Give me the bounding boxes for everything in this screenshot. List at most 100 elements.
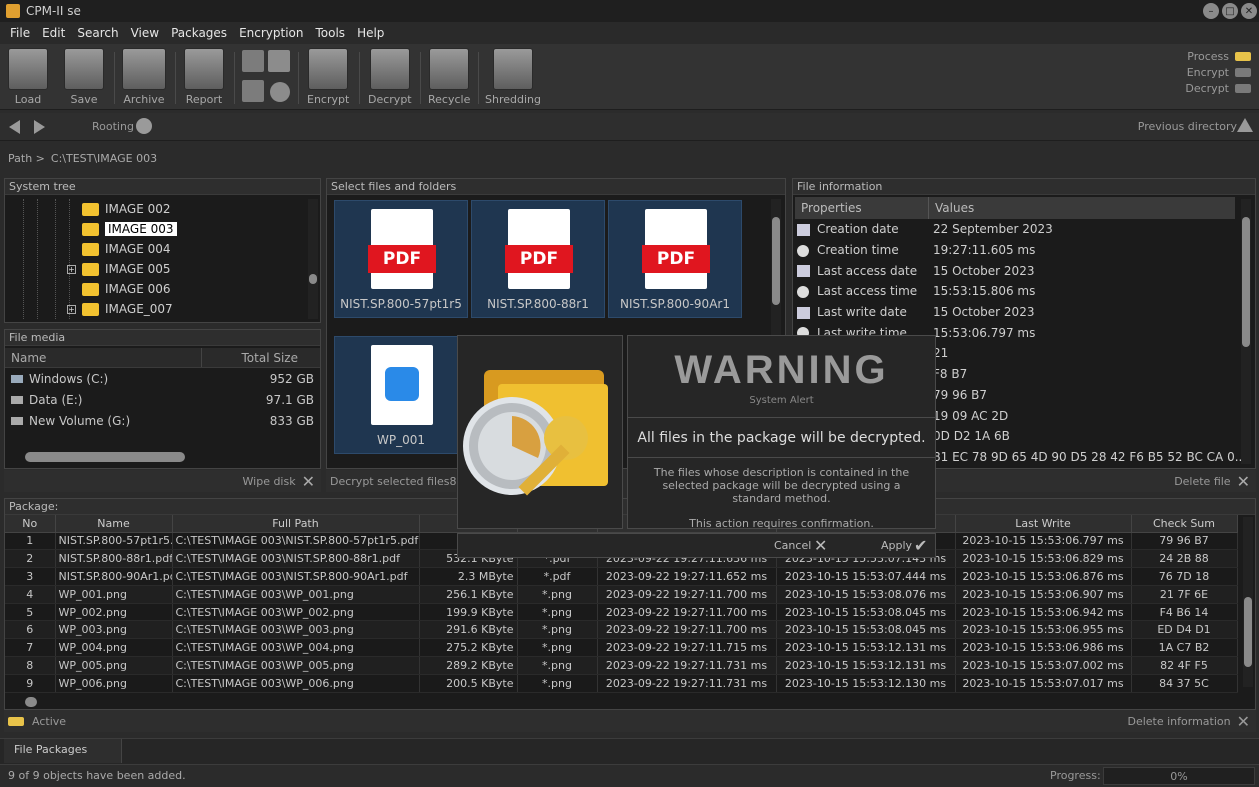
up-chevron-icon[interactable] [1237,118,1253,132]
table-cell: WP_002.png [55,603,173,622]
rooting-label[interactable]: Rooting [92,120,134,133]
col-properties[interactable]: Properties [795,197,929,219]
system-tree-panel: System tree IMAGE 002 IMAGE 003 IMAGE 00… [4,178,321,323]
table-row[interactable]: 4 WP_001.png C:\TEST\IMAGE 003\WP_001.png 2… [5,585,1238,604]
col-check-sum[interactable]: Check Sum [1131,515,1238,533]
tree-item-selected[interactable]: IMAGE 003 [67,219,177,239]
menu-packages[interactable]: Packages [165,26,233,40]
package-hscroll[interactable] [25,697,37,707]
table-cell: C:\TEST\IMAGE 003\WP_003.png [172,620,420,640]
table-cell: 2023-10-15 15:53:06.955 ms [955,620,1132,640]
col-full-path[interactable]: Full Path [172,515,420,533]
package-vscroll[interactable] [1243,517,1253,687]
archive-button[interactable]: Archive [122,48,166,108]
forward-arrow-icon[interactable] [34,120,45,134]
tree-item[interactable]: + IMAGE_007 [67,299,177,319]
x-icon[interactable]: ✕ [302,472,315,491]
tree-item[interactable]: + IMAGE 005 [67,259,177,279]
expand-icon[interactable]: + [67,264,76,274]
cancel-button[interactable]: Cancel [774,539,811,552]
menu-encryption[interactable]: Encryption [233,26,309,40]
media-hscrollbar[interactable] [25,452,185,462]
table-cell: 21 7F 6E [1131,585,1238,604]
decrypt-selected-label[interactable]: Decrypt selected files8 of 8 [330,475,456,488]
report-button[interactable]: Report [184,48,224,108]
tree-scrollbar[interactable] [308,199,318,319]
delete-information-button[interactable]: Delete information [1127,715,1230,728]
prop-row: Creation date 22 September 2023 [797,219,1246,240]
file-tile[interactable]: PDF NIST.SP.800-88r1 [471,200,605,318]
x-icon[interactable]: ✕ [1237,472,1250,491]
drive-row[interactable]: Data (E:) 97.1 GB [5,389,320,410]
table-cell: 5 [5,603,56,622]
copy-icon[interactable] [242,50,264,72]
table-cell: 1A C7 B2 [1131,638,1238,658]
wipe-disk-button[interactable]: Wipe disk [243,475,296,488]
table-cell: 7 [5,638,56,658]
recycle-button[interactable]: Recycle [428,48,470,108]
table-row[interactable]: 6 WP_003.png C:\TEST\IMAGE 003\WP_003.png 2… [5,620,1238,640]
file-tile[interactable]: PDF NIST.SP.800-90Ar1 [608,200,742,318]
table-cell: 2023-10-15 15:53:08.076 ms [776,585,956,604]
tab-file-packages-sheet[interactable]: File Packages Sheet [4,739,122,778]
shredding-button[interactable]: Shredding [485,48,541,108]
table-row[interactable]: 7 WP_004.png C:\TEST\IMAGE 003\WP_004.png 2… [5,638,1238,658]
close-icon[interactable]: ✕ [1241,3,1257,19]
col-no[interactable]: No [5,515,56,533]
file-tile[interactable]: PDF NIST.SP.800-57pt1r5 [334,200,468,318]
cancel-x-icon[interactable]: ✕ [814,536,827,555]
back-arrow-icon[interactable] [9,120,20,134]
table-cell: 2023-09-22 19:27:11.700 ms [597,585,777,604]
title-bar: CPM-II se – □ ✕ [0,0,1259,22]
maximize-icon[interactable]: □ [1222,3,1238,19]
drive-row[interactable]: New Volume (G:) 833 GB [5,410,320,431]
table-cell: 2023-10-15 15:53:06.986 ms [955,638,1132,658]
checklist-icon[interactable] [268,50,290,72]
apply-check-icon[interactable]: ✔ [914,536,927,555]
expand-icon[interactable]: + [67,304,76,314]
table-row[interactable]: 3 NIST.SP.800-90Ar1.pdf C:\TEST\IMAGE 003\… [5,567,1238,586]
file-media-panel: File media Name Total Size Windows (C:) 9… [4,329,321,469]
apply-button[interactable]: Apply [881,539,912,552]
menu-file[interactable]: File [4,26,36,40]
table-row[interactable]: 9 WP_006.png C:\TEST\IMAGE 003\WP_006.png 2… [5,674,1238,693]
menu-edit[interactable]: Edit [36,26,71,40]
info-scrollbar[interactable] [1241,199,1251,464]
drive-row[interactable]: Windows (C:) 952 GB [5,368,320,389]
x-icon[interactable]: ✕ [1237,712,1250,731]
table-cell: *.png [517,638,598,658]
col-values[interactable]: Values [929,197,974,219]
clock-icon [797,285,809,298]
file-info-title: File information [793,179,1255,195]
table-cell: 2023-09-22 19:27:11.700 ms [597,603,777,622]
document-icon[interactable] [242,80,264,102]
table-row[interactable]: 5 WP_002.png C:\TEST\IMAGE 003\WP_002.png 1… [5,603,1238,622]
prop-row: Creation time 19:27:11.605 ms [797,240,1246,261]
col-last-write[interactable]: Last Write [955,515,1132,533]
menu-tools[interactable]: Tools [310,26,352,40]
col-total-size[interactable]: Total Size [202,348,304,367]
table-cell: 24 2B 88 [1131,549,1238,569]
encrypt-button[interactable]: Encrypt [307,48,349,108]
tree-item[interactable]: IMAGE 002 [67,199,177,219]
col-name[interactable]: Name [55,515,173,533]
previous-directory-link[interactable]: Previous directory [1138,120,1237,133]
menu-help[interactable]: Help [351,26,390,40]
tree-item[interactable]: IMAGE 004 [67,239,177,259]
minimize-icon[interactable]: – [1203,3,1219,19]
decrypt-button[interactable]: Decrypt [368,48,412,108]
tree-item[interactable]: IMAGE 006 [67,279,177,299]
file-tile[interactable]: WP_001 [334,336,468,454]
table-cell: 2023-09-22 19:27:11.715 ms [597,638,777,658]
rooting-refresh-icon[interactable] [136,118,152,134]
col-name[interactable]: Name [5,348,202,367]
table-cell: C:\TEST\IMAGE 003\WP_002.png [172,603,420,622]
table-cell: *.png [517,656,598,675]
load-button[interactable]: Load [8,48,48,108]
menu-view[interactable]: View [125,26,165,40]
menu-search[interactable]: Search [71,26,124,40]
table-row[interactable]: 8 WP_005.png C:\TEST\IMAGE 003\WP_005.png 2… [5,656,1238,675]
delete-file-button[interactable]: Delete file [1174,475,1230,488]
save-button[interactable]: Save [64,48,104,108]
settings-gear-icon[interactable] [270,82,290,102]
